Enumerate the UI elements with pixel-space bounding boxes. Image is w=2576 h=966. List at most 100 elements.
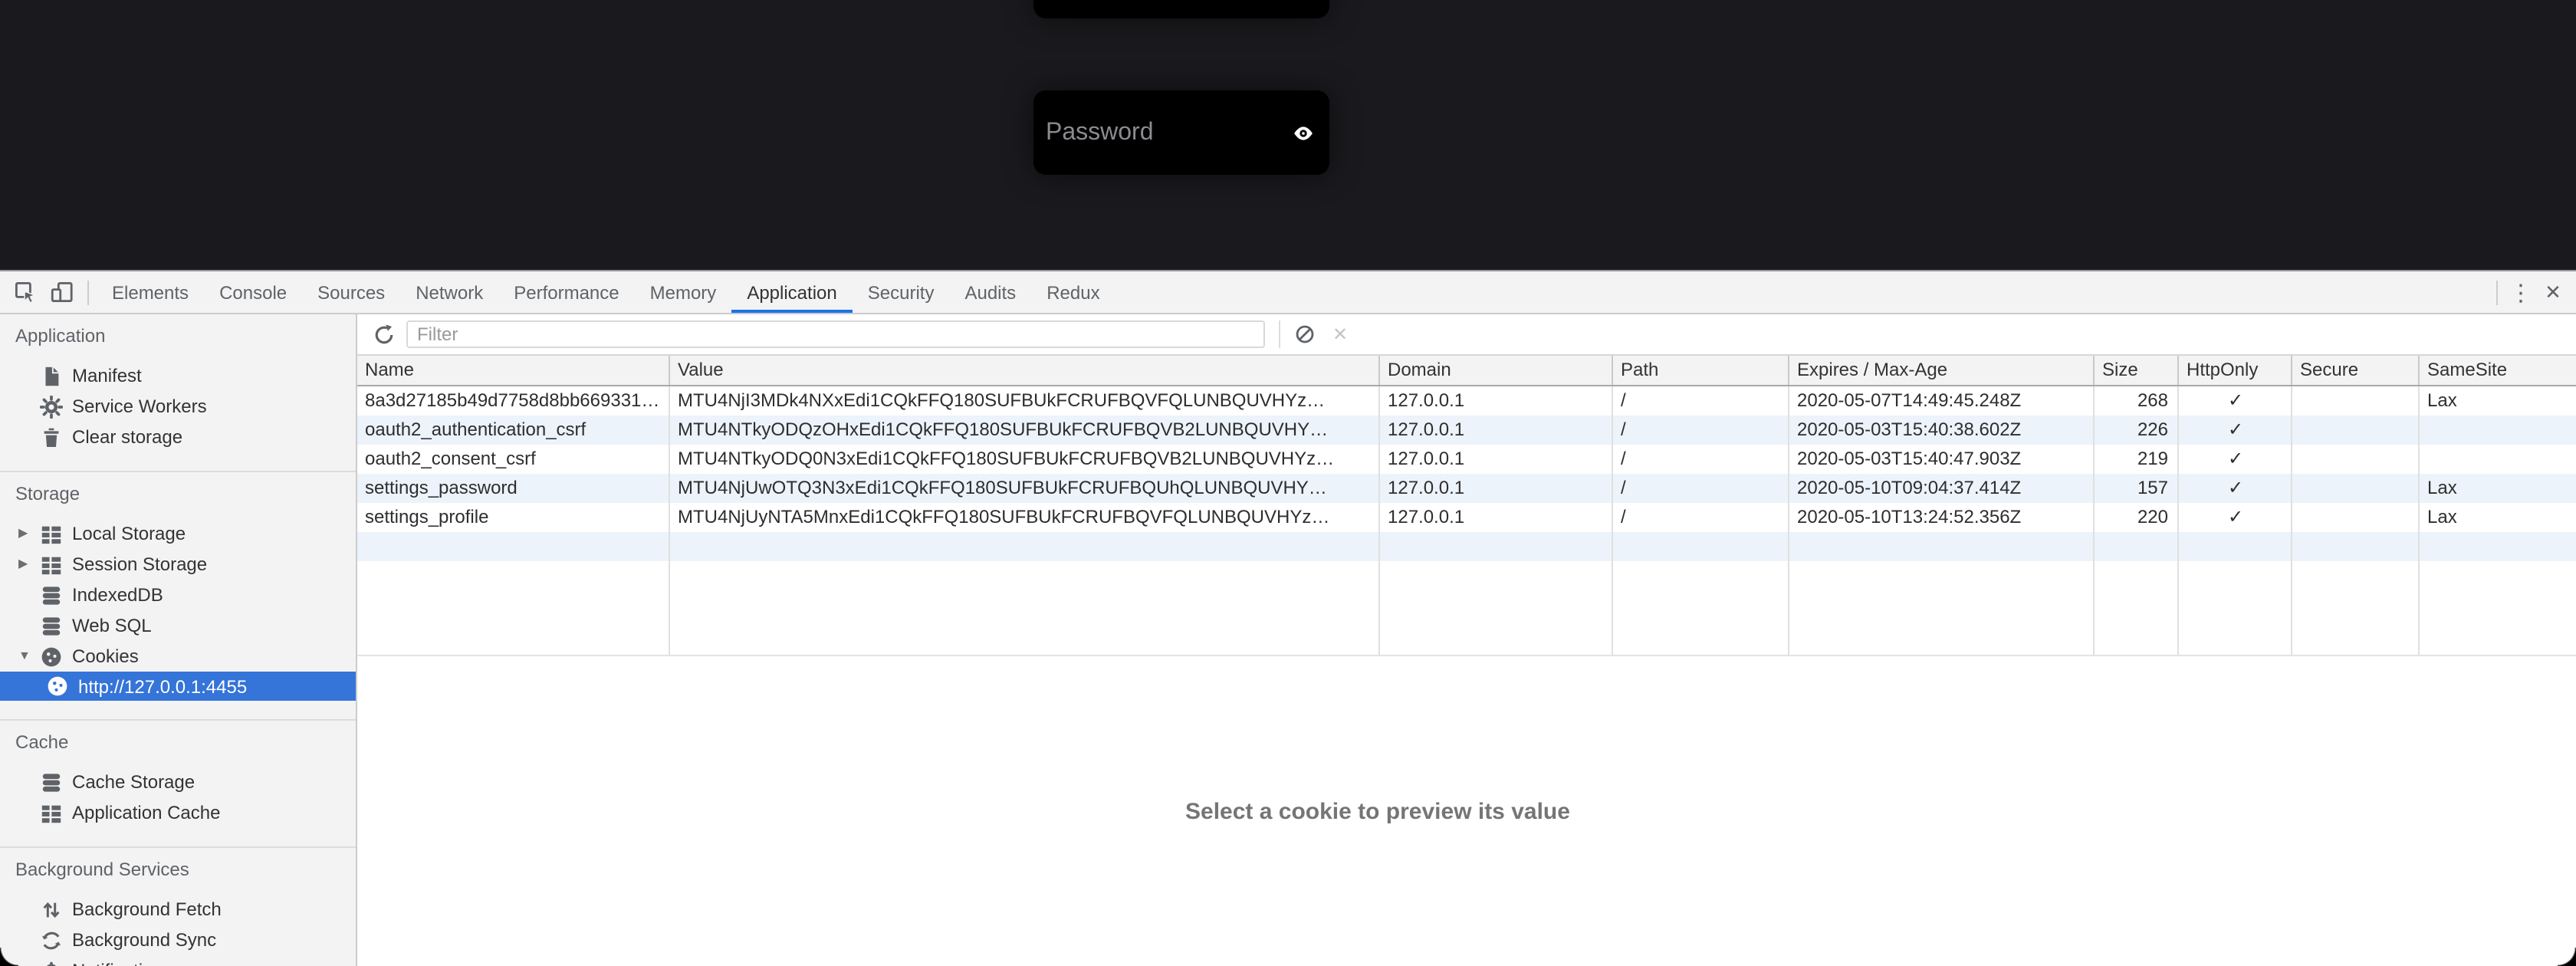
sidebar-item-label: Notifications [72,960,172,966]
cell-expires-max-age: 2020-05-07T14:49:45.248Z [1789,386,2095,416]
column-divider[interactable] [1788,386,1789,655]
tab-audits[interactable]: Audits [949,271,1031,313]
column-divider[interactable] [2093,386,2095,655]
sidebar-item-background-sync[interactable]: Background Sync [0,925,356,955]
column-header-samesite[interactable]: SameSite [2420,356,2576,385]
cell-value: MTU4NjUwOTQ3N3xEdi1CQkFFQ180SUFBUkFCRUFB… [670,474,1380,503]
tab-elements[interactable]: Elements [97,271,204,313]
password-input[interactable] [1046,119,1293,146]
cell-size: 268 [2095,386,2179,416]
device-toolbar-button[interactable] [43,274,80,310]
sidebar-item-session-storage[interactable]: ▶Session Storage [0,549,356,580]
refresh-icon[interactable] [373,323,396,346]
close-devtools-icon[interactable]: ✕ [2536,280,2570,304]
tab-network[interactable]: Network [400,271,498,313]
column-divider[interactable] [669,386,670,655]
chevron-right-icon[interactable]: ▶ [18,527,40,540]
sidebar-item-manifest[interactable]: Manifest [0,360,356,391]
sidebar-item-service-workers[interactable]: Service Workers [0,391,356,422]
chevron-down-icon[interactable]: ▼ [18,650,40,662]
screen-corner [2558,948,2576,966]
sidebar-section-cache: CacheCache StorageApplication Cache [0,721,356,848]
tab-redux[interactable]: Redux [1031,271,1115,313]
cell-size: 220 [2095,503,2179,532]
cell-secure [2292,503,2420,532]
cookie-row-settings-profile[interactable]: settings_profileMTU4NjUyNTA5MnxEdi1CQkFF… [357,503,2576,532]
column-divider[interactable] [1378,386,1380,655]
column-divider[interactable] [1612,386,1613,655]
cell-value: MTU4NjUyNTA5MnxEdi1CQkFFQ180SUFBUkFCRUFB… [670,503,1380,532]
document-icon [40,364,63,387]
cell-name: settings_password [357,474,670,503]
eye-icon[interactable] [1293,122,1314,143]
column-header-expires-max-age[interactable]: Expires / Max-Age [1789,356,2095,385]
sidebar-item-cookies[interactable]: ▼Cookies [0,641,356,672]
sidebar-item-label: Background Sync [72,929,216,951]
sidebar-item-web-sql[interactable]: Web SQL [0,610,356,641]
login-page [0,0,2576,270]
cookie-row-8a3d27185b49d7758d8bb669[interactable]: 8a3d27185b49d7758d8bb669331…MTU4NjI3MDk4… [357,386,2576,416]
bell-icon [40,959,63,966]
cell-samesite: Lax [2420,386,2576,416]
sidebar-item-indexeddb[interactable]: IndexedDB [0,580,356,610]
cell-secure [2292,416,2420,445]
sidebar-item-cache-storage[interactable]: Cache Storage [0,767,356,797]
column-divider[interactable] [2177,386,2179,655]
cell-size: 219 [2095,445,2179,474]
sidebar-item-background-fetch[interactable]: Background Fetch [0,894,356,925]
cookie-preview-pane: Select a cookie to preview its value [357,656,2576,966]
application-sidebar: ApplicationManifestService WorkersClear … [0,314,357,966]
column-header-httponly[interactable]: HttpOnly [2179,356,2292,385]
clear-cookies-icon[interactable] [1294,324,1316,345]
tab-security[interactable]: Security [853,271,950,313]
cell-samesite: Lax [2420,474,2576,503]
cell-path: / [1613,416,1789,445]
column-header-value[interactable]: Value [670,356,1380,385]
cookies-toolbar: ✕ [357,314,2576,354]
sidebar-item-clear-storage[interactable]: Clear storage [0,422,356,452]
cookie-table-body: 8a3d27185b49d7758d8bb669331…MTU4NjI3MDk4… [357,386,2576,656]
column-divider[interactable] [2291,386,2292,655]
sidebar-item-label: Manifest [72,365,142,386]
sidebar-item-notifications[interactable]: Notifications [0,955,356,966]
screenshot-viewport: ElementsConsoleSourcesNetworkPerformance… [0,0,2576,966]
sidebar-item-local-storage[interactable]: ▶Local Storage [0,518,356,549]
chevron-right-icon[interactable]: ▶ [18,558,40,570]
sidebar-item-http-127-0-0-1-4455[interactable]: http://127.0.0.1:4455 [0,672,356,701]
trash-icon [40,426,63,449]
cell-value: MTU4NTkyODQ0N3xEdi1CQkFFQ180SUFBUkFCRUFB… [670,445,1380,474]
devtools-tabs: ElementsConsoleSourcesNetworkPerformance… [97,271,1116,313]
cookie-row-settings-password[interactable]: settings_passwordMTU4NjUwOTQ3N3xEdi1CQkF… [357,474,2576,503]
tab-performance[interactable]: Performance [498,271,634,313]
column-header-path[interactable]: Path [1613,356,1789,385]
column-header-secure[interactable]: Secure [2292,356,2420,385]
cell-domain: 127.0.0.1 [1380,386,1613,416]
delete-selected-icon[interactable]: ✕ [1332,324,1348,345]
column-header-domain[interactable]: Domain [1380,356,1613,385]
sidebar-item-application-cache[interactable]: Application Cache [0,797,356,828]
kebab-menu-icon[interactable]: ⋮ [2505,278,2536,306]
cropped-input-box[interactable] [1033,0,1329,18]
sidebar-item-label: http://127.0.0.1:4455 [78,675,247,697]
toolbar-divider [1279,320,1280,348]
column-header-size[interactable]: Size [2095,356,2179,385]
cell-size: 157 [2095,474,2179,503]
cookie-row-oauth2-authentication-cs[interactable]: oauth2_authentication_csrfMTU4NTkyODQzOH… [357,416,2576,445]
column-divider[interactable] [2418,386,2420,655]
cell-secure [2292,386,2420,416]
inspect-element-button[interactable] [6,274,43,310]
devtools-tabbar: ElementsConsoleSourcesNetworkPerformance… [0,271,2576,314]
tab-application[interactable]: Application [731,271,852,313]
filter-input[interactable] [406,320,1265,348]
password-field[interactable] [1033,90,1329,175]
tab-sources[interactable]: Sources [302,271,400,313]
column-header-name[interactable]: Name [357,356,670,385]
sidebar-item-label: Cache Storage [72,771,195,793]
gear-icon [40,395,63,418]
sidebar-section-storage: Storage▶Local Storage▶Session StorageInd… [0,472,356,721]
tab-console[interactable]: Console [204,271,302,313]
cookie-row-oauth2-consent-csrf[interactable]: oauth2_consent_csrfMTU4NTkyODQ0N3xEdi1CQ… [357,445,2576,474]
tab-memory[interactable]: Memory [635,271,732,313]
cell-domain: 127.0.0.1 [1380,474,1613,503]
section-title: Background Services [0,857,356,882]
